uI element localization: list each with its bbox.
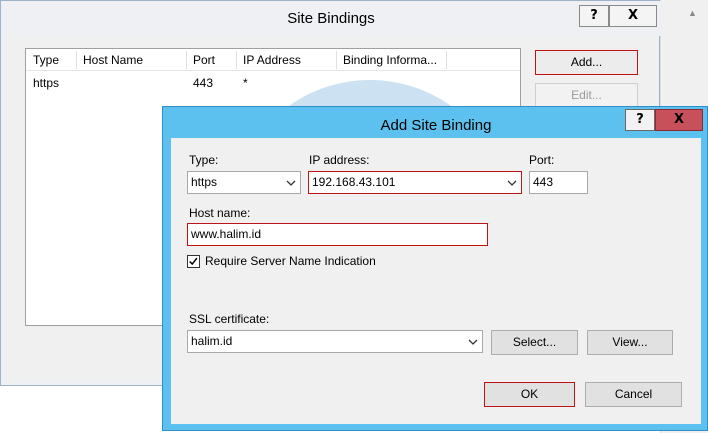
type-label: Type: bbox=[189, 153, 219, 167]
column-separator[interactable] bbox=[336, 51, 337, 69]
close-button[interactable]: X bbox=[609, 5, 657, 27]
help-button[interactable]: ? bbox=[579, 5, 609, 27]
row-port: 443 bbox=[193, 76, 214, 90]
add-site-binding-dialog: Add Site Binding ? X Type: https IP addr… bbox=[162, 106, 708, 431]
ok-button[interactable]: OK bbox=[484, 382, 575, 407]
column-header-host-name[interactable]: Host Name bbox=[83, 53, 183, 67]
type-value: https bbox=[191, 175, 218, 189]
host-name-field[interactable]: www.halim.id bbox=[187, 223, 488, 246]
require-sni-checkbox[interactable] bbox=[187, 255, 200, 268]
column-header-binding-information[interactable]: Binding Informa... bbox=[343, 53, 453, 67]
row-ip-address: * bbox=[243, 76, 248, 90]
column-separator[interactable] bbox=[76, 51, 77, 69]
ssl-certificate-value: halim.id bbox=[191, 334, 233, 348]
column-separator[interactable] bbox=[446, 51, 447, 69]
add-site-binding-body: Type: https IP address: 192.168.43.101 P… bbox=[171, 138, 701, 424]
ip-address-value: 192.168.43.101 bbox=[312, 175, 396, 189]
ip-address-label: IP address: bbox=[309, 153, 370, 167]
column-header-port[interactable]: Port bbox=[193, 53, 233, 67]
type-dropdown[interactable]: https bbox=[187, 171, 301, 194]
chevron-down-icon bbox=[468, 339, 478, 345]
require-sni-label[interactable]: Require Server Name Indication bbox=[205, 254, 376, 268]
checkmark-icon bbox=[189, 257, 198, 266]
chevron-up-icon: ▲ bbox=[688, 8, 697, 18]
ssl-certificate-label: SSL certificate: bbox=[189, 312, 270, 326]
view-certificate-button[interactable]: View... bbox=[587, 330, 673, 355]
add-button[interactable]: Add... bbox=[535, 50, 638, 75]
edit-button[interactable]: Edit... bbox=[535, 83, 638, 108]
host-name-label: Host name: bbox=[189, 206, 251, 220]
column-separator[interactable] bbox=[236, 51, 237, 69]
column-header-ip-address[interactable]: IP Address bbox=[243, 53, 333, 67]
row-type: https bbox=[33, 76, 60, 90]
site-bindings-title: Site Bindings bbox=[287, 10, 375, 27]
help-button[interactable]: ? bbox=[625, 109, 655, 131]
port-label: Port: bbox=[529, 153, 555, 167]
close-button[interactable]: X bbox=[655, 109, 703, 131]
port-field[interactable]: 443 bbox=[529, 171, 588, 194]
chevron-down-icon bbox=[507, 180, 517, 186]
site-bindings-titlebar[interactable]: Site Bindings bbox=[1, 1, 661, 36]
column-header-type[interactable]: Type bbox=[33, 53, 73, 67]
ssl-certificate-dropdown[interactable]: halim.id bbox=[187, 330, 483, 353]
select-certificate-button[interactable]: Select... bbox=[491, 330, 578, 355]
column-separator[interactable] bbox=[186, 51, 187, 69]
chevron-down-icon bbox=[286, 180, 296, 186]
bindings-list-header: Type Host Name Port IP Address Binding I… bbox=[26, 49, 520, 71]
ip-address-dropdown[interactable]: 192.168.43.101 bbox=[308, 171, 522, 194]
cancel-button[interactable]: Cancel bbox=[585, 382, 682, 407]
